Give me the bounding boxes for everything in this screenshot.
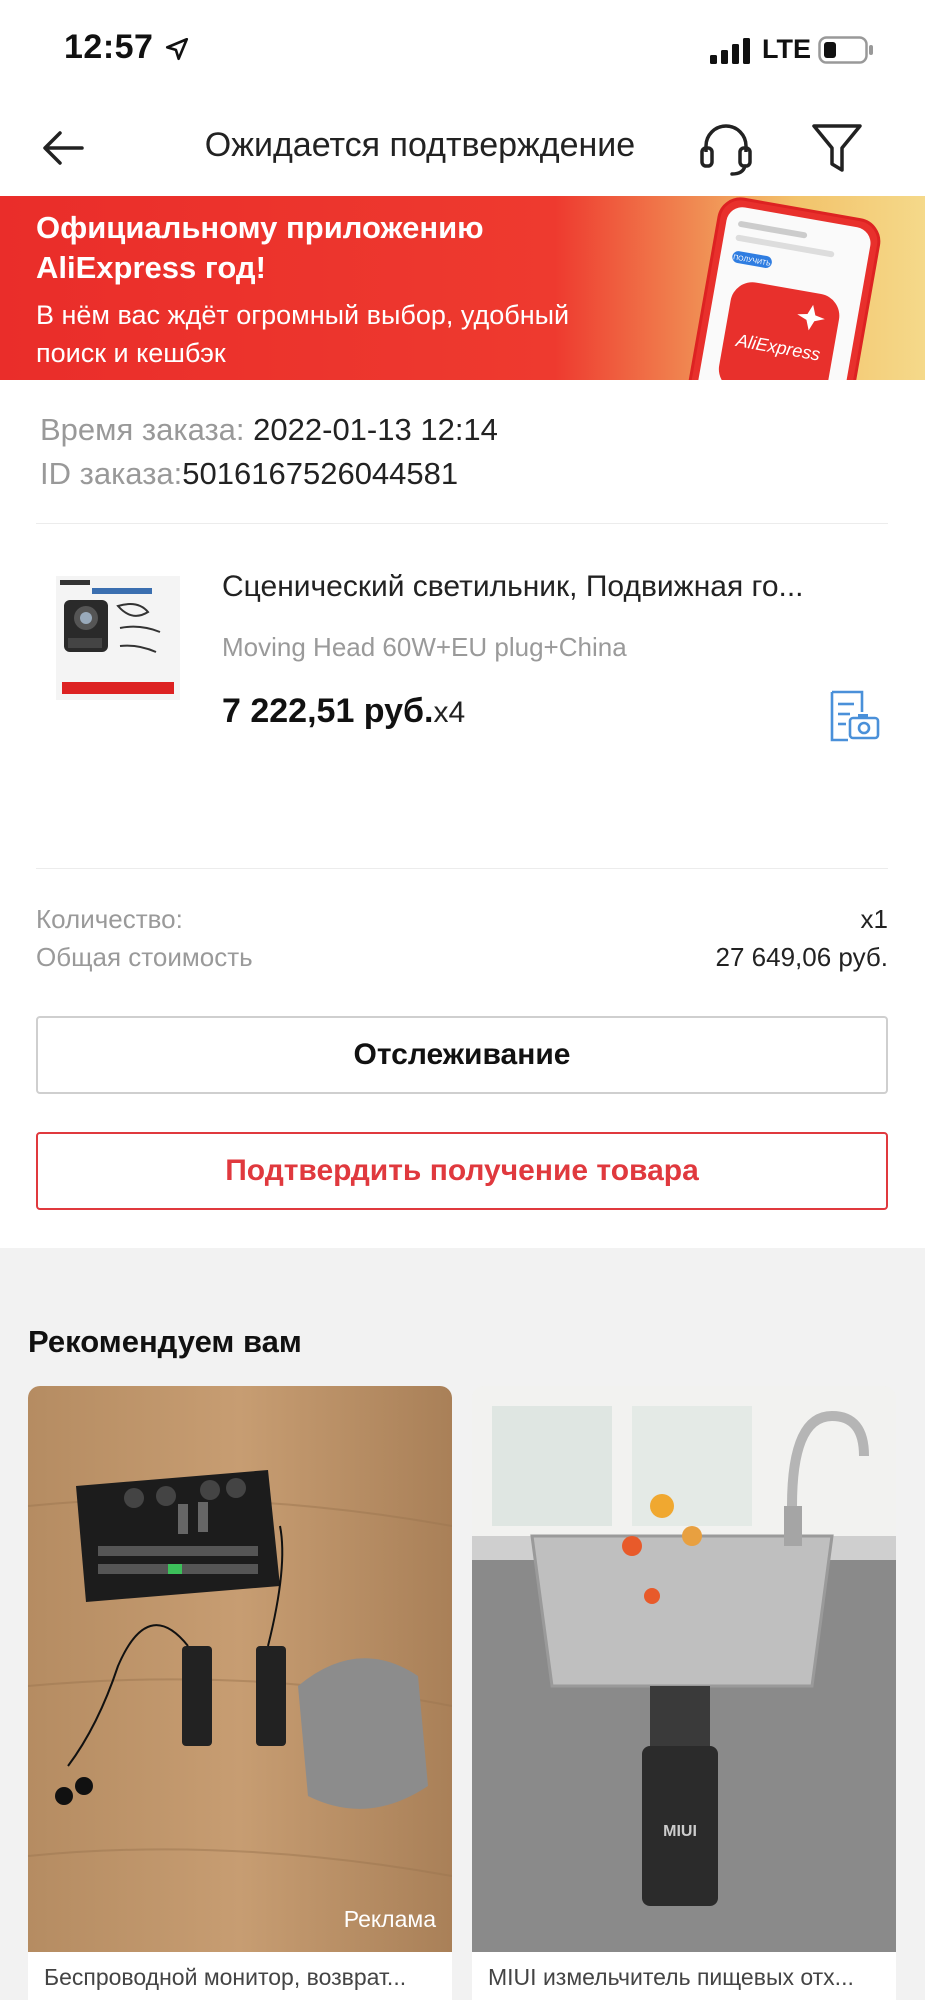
product-image-food-disposer: MIUI — [472, 1386, 896, 1952]
cellular-signal-icon — [710, 38, 750, 64]
network-type: LTE — [762, 34, 811, 64]
product-brand-mark: MIUI — [663, 1823, 697, 1840]
confirm-receipt-button[interactable]: Подтвердить получение товара — [36, 1132, 888, 1210]
recommendation-title[interactable]: Беспроводной монитор, возврат... — [44, 1964, 440, 1991]
divider — [36, 523, 888, 524]
quantity-value: x1 — [860, 904, 888, 934]
banner-subtitle: В нём вас ждёт огромный выбор, удобный п… — [36, 300, 570, 368]
order-product-item[interactable]: Сценический светильник, Подвижная го... … — [0, 540, 925, 860]
product-title[interactable]: Сценический светильник, Подвижная го... — [222, 570, 872, 604]
headset-support-icon[interactable] — [696, 118, 756, 178]
order-id-row: ID заказа:5016167526044581 — [40, 452, 890, 496]
order-id-value: 5016167526044581 — [182, 456, 459, 491]
order-id-label: ID заказа: — [40, 456, 183, 491]
total-row: Общая стоимость 27 649,06 руб. — [36, 942, 888, 980]
location-arrow-icon — [165, 37, 189, 61]
banner-title: Официальному приложению AliExpress год! — [36, 210, 484, 285]
total-label: Общая стоимость — [36, 942, 253, 972]
product-quantity: x4 — [433, 696, 466, 729]
recommendation-card[interactable]: Реклама Беспроводной монитор, возврат... — [28, 1386, 452, 2000]
page-title: Ожидается подтверждение — [204, 126, 636, 164]
receipt-photo-icon[interactable] — [826, 688, 882, 744]
product-image-audio-interface — [28, 1386, 452, 1952]
battery-icon — [818, 36, 873, 64]
order-info: Время заказа: 2022-01-13 12:14 ID заказа… — [40, 408, 890, 496]
order-time-label: Время заказа: — [40, 412, 245, 447]
status-time: 12:57 — [64, 28, 154, 66]
product-thumbnail[interactable] — [56, 576, 180, 700]
recommendations-heading: Рекомендуем вам — [28, 1324, 302, 1359]
quantity-row: Количество: x1 — [36, 904, 888, 942]
ad-label: Реклама — [343, 1906, 436, 1932]
total-value: 27 649,06 руб. — [715, 942, 888, 972]
quantity-label: Количество: — [36, 904, 183, 934]
track-order-button[interactable]: Отслеживание — [36, 1016, 888, 1094]
product-price: 7 222,51 руб.x4 — [222, 692, 465, 731]
product-variant: Moving Head 60W+EU plug+China — [222, 632, 627, 662]
order-time-value: 2022-01-13 12:14 — [253, 412, 498, 447]
recommendation-title[interactable]: MIUI измельчитель пищевых отх... — [488, 1964, 884, 1991]
top-nav-bar: Ожидается подтверждение — [0, 100, 925, 196]
divider — [36, 868, 888, 869]
phone-app-illustration: ПОЛУЧИТЬ AliExpress — [683, 197, 881, 380]
status-bar: 12:57 LTE — [0, 0, 925, 100]
recommendation-card[interactable]: MIUI MIUI измельчитель пищевых отх... — [472, 1386, 896, 2000]
filter-funnel-icon[interactable] — [808, 118, 866, 178]
order-time-row: Время заказа: 2022-01-13 12:14 — [40, 408, 890, 452]
promo-banner[interactable]: Официальному приложению AliExpress год! … — [0, 196, 925, 380]
recommendations-section: Рекомендуем вам Реклама Беспроводной мон… — [0, 1248, 925, 2000]
back-arrow-icon[interactable] — [36, 120, 92, 176]
order-summary: Количество: x1 Общая стоимость 27 649,06… — [36, 904, 888, 980]
product-price-value: 7 222,51 руб. — [222, 692, 434, 730]
